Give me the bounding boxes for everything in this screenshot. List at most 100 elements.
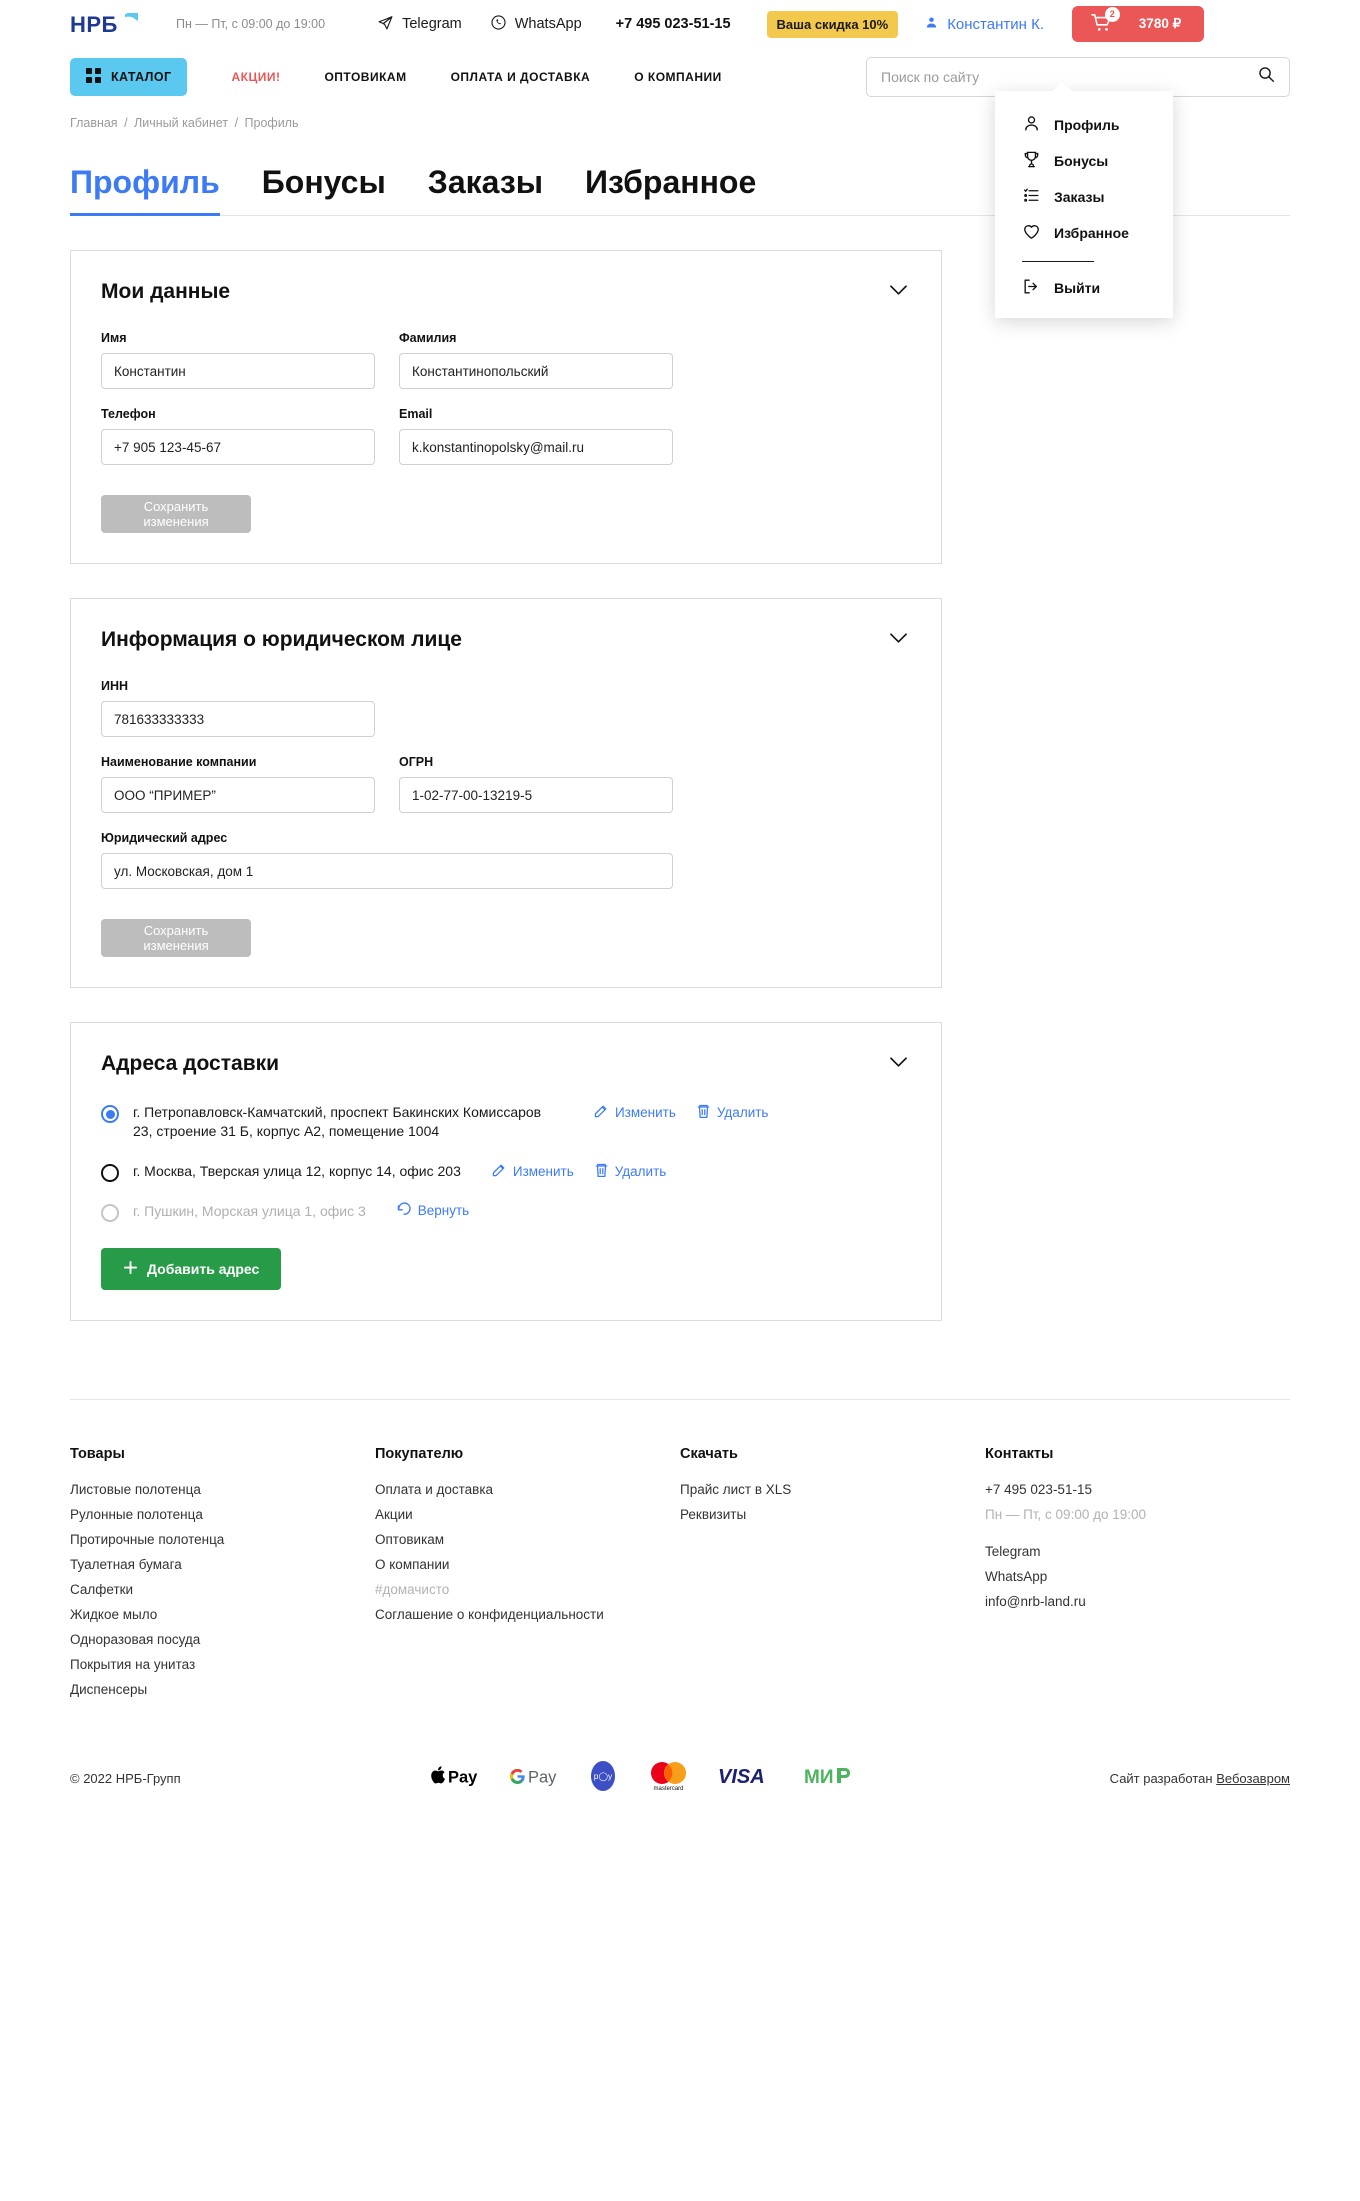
nav-link-wholesale[interactable]: ОПТОВИКАМ bbox=[324, 70, 406, 84]
phone-input[interactable] bbox=[101, 429, 375, 465]
footer-hashtag: #домачисто bbox=[375, 1581, 450, 1597]
address-radio[interactable] bbox=[101, 1203, 119, 1222]
footer-link[interactable]: Туалетная бумага bbox=[70, 1557, 375, 1572]
footer-link[interactable]: Реквизиты bbox=[680, 1507, 985, 1522]
whatsapp-link[interactable]: WhatsApp bbox=[490, 14, 582, 35]
menu-divider bbox=[1022, 261, 1094, 262]
nav-link-payment-delivery[interactable]: ОПЛАТА И ДОСТАВКА bbox=[451, 70, 591, 84]
catalog-label: КАТАЛОГ bbox=[111, 70, 172, 84]
footer-column-products: Товары Листовые полотенца Рулонные полот… bbox=[70, 1446, 375, 1707]
footer-link[interactable]: Оптовикам bbox=[375, 1532, 680, 1547]
menu-item-logout[interactable]: Выйти bbox=[995, 270, 1173, 306]
company-name-input[interactable] bbox=[101, 777, 375, 813]
card-title: Адреса доставки bbox=[101, 1052, 280, 1075]
delete-label: Удалить bbox=[716, 1105, 769, 1120]
footer-link[interactable]: Оплата и доставка bbox=[375, 1482, 680, 1497]
inn-input[interactable] bbox=[101, 701, 375, 737]
address-radio[interactable] bbox=[101, 1105, 119, 1123]
tab-favorites[interactable]: Избранное bbox=[585, 164, 756, 216]
breadcrumb-item-account[interactable]: Личный кабинет bbox=[134, 116, 228, 130]
cart-button[interactable]: 2 3780 ₽ bbox=[1071, 6, 1204, 42]
menu-item-profile[interactable]: Профиль bbox=[995, 107, 1173, 143]
edit-address-button[interactable]: Изменить bbox=[491, 1162, 574, 1181]
footer-column-title: Покупателю bbox=[375, 1445, 464, 1462]
nav-link-about[interactable]: О КОМПАНИИ bbox=[634, 70, 722, 84]
address-row: г. Москва, Тверская улица 12, корпус 14,… bbox=[101, 1162, 911, 1182]
heart-icon bbox=[1022, 222, 1041, 244]
search-icon[interactable] bbox=[1258, 66, 1275, 88]
footer-link[interactable]: О компании bbox=[375, 1557, 680, 1572]
restore-address-button[interactable]: Вернуть bbox=[396, 1201, 469, 1219]
svg-text:НРБ: НРБ bbox=[70, 12, 118, 37]
edit-address-button[interactable]: Изменить bbox=[593, 1103, 676, 1122]
svg-text:VISA: VISA bbox=[718, 1766, 765, 1788]
site-logo[interactable]: НРБ bbox=[70, 9, 148, 39]
add-address-button[interactable]: Добавить адрес bbox=[101, 1247, 282, 1290]
user-icon bbox=[1022, 114, 1041, 136]
footer-link[interactable]: Листовые полотенца bbox=[70, 1482, 375, 1497]
chevron-down-icon[interactable] bbox=[886, 279, 911, 305]
tab-bonuses[interactable]: Бонусы bbox=[262, 164, 386, 216]
save-my-data-button[interactable]: Сохранить изменения bbox=[101, 495, 251, 533]
cart-total-label: 3780 ₽ bbox=[1138, 16, 1182, 31]
save-legal-button[interactable]: Сохранить изменения bbox=[101, 919, 251, 957]
menu-item-bonuses[interactable]: Бонусы bbox=[995, 143, 1173, 179]
legal-address-input[interactable] bbox=[101, 853, 673, 889]
footer-link[interactable]: Салфетки bbox=[70, 1582, 375, 1597]
whatsapp-label: WhatsApp bbox=[514, 16, 582, 32]
svg-text:mastercard: mastercard bbox=[654, 1786, 684, 1792]
menu-item-orders[interactable]: Заказы bbox=[995, 179, 1173, 215]
footer-link[interactable]: Протирочные полотенца bbox=[70, 1532, 375, 1547]
mir-icon: МИ bbox=[804, 1764, 860, 1793]
nav-link-promo[interactable]: АКЦИИ! bbox=[231, 70, 280, 84]
footer-phone[interactable]: +7 495 023-51-15 bbox=[985, 1482, 1146, 1497]
field-label: Имя bbox=[101, 331, 127, 345]
header-phone[interactable]: +7 495 023-51-15 bbox=[616, 16, 731, 32]
footer-link[interactable]: Соглашение о конфиденциальности bbox=[375, 1607, 680, 1622]
chevron-down-icon[interactable] bbox=[886, 1051, 911, 1077]
delete-label: Удалить bbox=[614, 1163, 667, 1179]
add-address-label: Добавить адрес bbox=[147, 1260, 260, 1277]
field-label: ОГРН bbox=[399, 755, 434, 769]
field-label: Фамилия bbox=[399, 331, 457, 345]
trash-icon bbox=[696, 1103, 711, 1122]
first-name-input[interactable] bbox=[101, 353, 375, 389]
footer-link[interactable]: Акции bbox=[375, 1507, 680, 1522]
footer-link[interactable]: Рулонные полотенца bbox=[70, 1507, 375, 1522]
footer-link-telegram[interactable]: Telegram bbox=[985, 1544, 1146, 1559]
telegram-link[interactable]: Telegram bbox=[377, 14, 462, 35]
mastercard-icon: mastercard bbox=[642, 1759, 696, 1798]
menu-item-favorites[interactable]: Избранное bbox=[995, 215, 1173, 251]
field-label: Наименование компании bbox=[101, 755, 257, 769]
ogrn-input[interactable] bbox=[399, 777, 673, 813]
payment-methods: Pay Pay p◯y mastercard VISA МИ bbox=[430, 1759, 860, 1798]
footer-column-contacts: Контакты +7 495 023-51-15 Пн — Пт, с 09:… bbox=[985, 1446, 1146, 1707]
developer-prefix: Сайт разработан bbox=[1109, 1770, 1217, 1786]
pay-circle-icon: p◯y bbox=[586, 1759, 620, 1798]
footer-link[interactable]: Одноразовая посуда bbox=[70, 1632, 375, 1647]
tab-orders[interactable]: Заказы bbox=[428, 164, 543, 216]
footer-column-buyer: Покупателю Оплата и доставка Акции Оптов… bbox=[375, 1446, 680, 1707]
footer-column-title: Контакты bbox=[985, 1445, 1054, 1462]
address-radio[interactable] bbox=[101, 1163, 119, 1182]
footer-link[interactable]: Диспенсеры bbox=[70, 1682, 375, 1697]
address-list: г. Петропавловск-Камчатский, проспект Ба… bbox=[101, 1103, 911, 1222]
breadcrumb-item-home[interactable]: Главная bbox=[70, 116, 118, 130]
user-account-button[interactable]: Константин К. bbox=[924, 15, 1044, 34]
delete-address-button[interactable]: Удалить bbox=[696, 1103, 769, 1122]
footer-link[interactable]: Прайс лист в XLS bbox=[680, 1482, 985, 1497]
pencil-icon bbox=[593, 1103, 609, 1122]
developer-link[interactable]: Вебозавром bbox=[1216, 1771, 1290, 1786]
footer-link[interactable]: Жидкое мыло bbox=[70, 1607, 375, 1622]
footer-link-whatsapp[interactable]: WhatsApp bbox=[985, 1569, 1146, 1584]
footer-email[interactable]: info@nrb-land.ru bbox=[985, 1594, 1146, 1609]
tab-profile[interactable]: Профиль bbox=[70, 164, 220, 216]
google-pay-icon: Pay bbox=[506, 1764, 564, 1793]
user-name-label: Константин К. bbox=[947, 15, 1044, 33]
email-input[interactable] bbox=[399, 429, 673, 465]
delete-address-button[interactable]: Удалить bbox=[594, 1162, 667, 1181]
footer-link[interactable]: Покрытия на унитаз bbox=[70, 1657, 375, 1672]
catalog-button[interactable]: КАТАЛОГ bbox=[70, 58, 188, 96]
last-name-input[interactable] bbox=[399, 353, 673, 389]
chevron-down-icon[interactable] bbox=[886, 627, 911, 653]
